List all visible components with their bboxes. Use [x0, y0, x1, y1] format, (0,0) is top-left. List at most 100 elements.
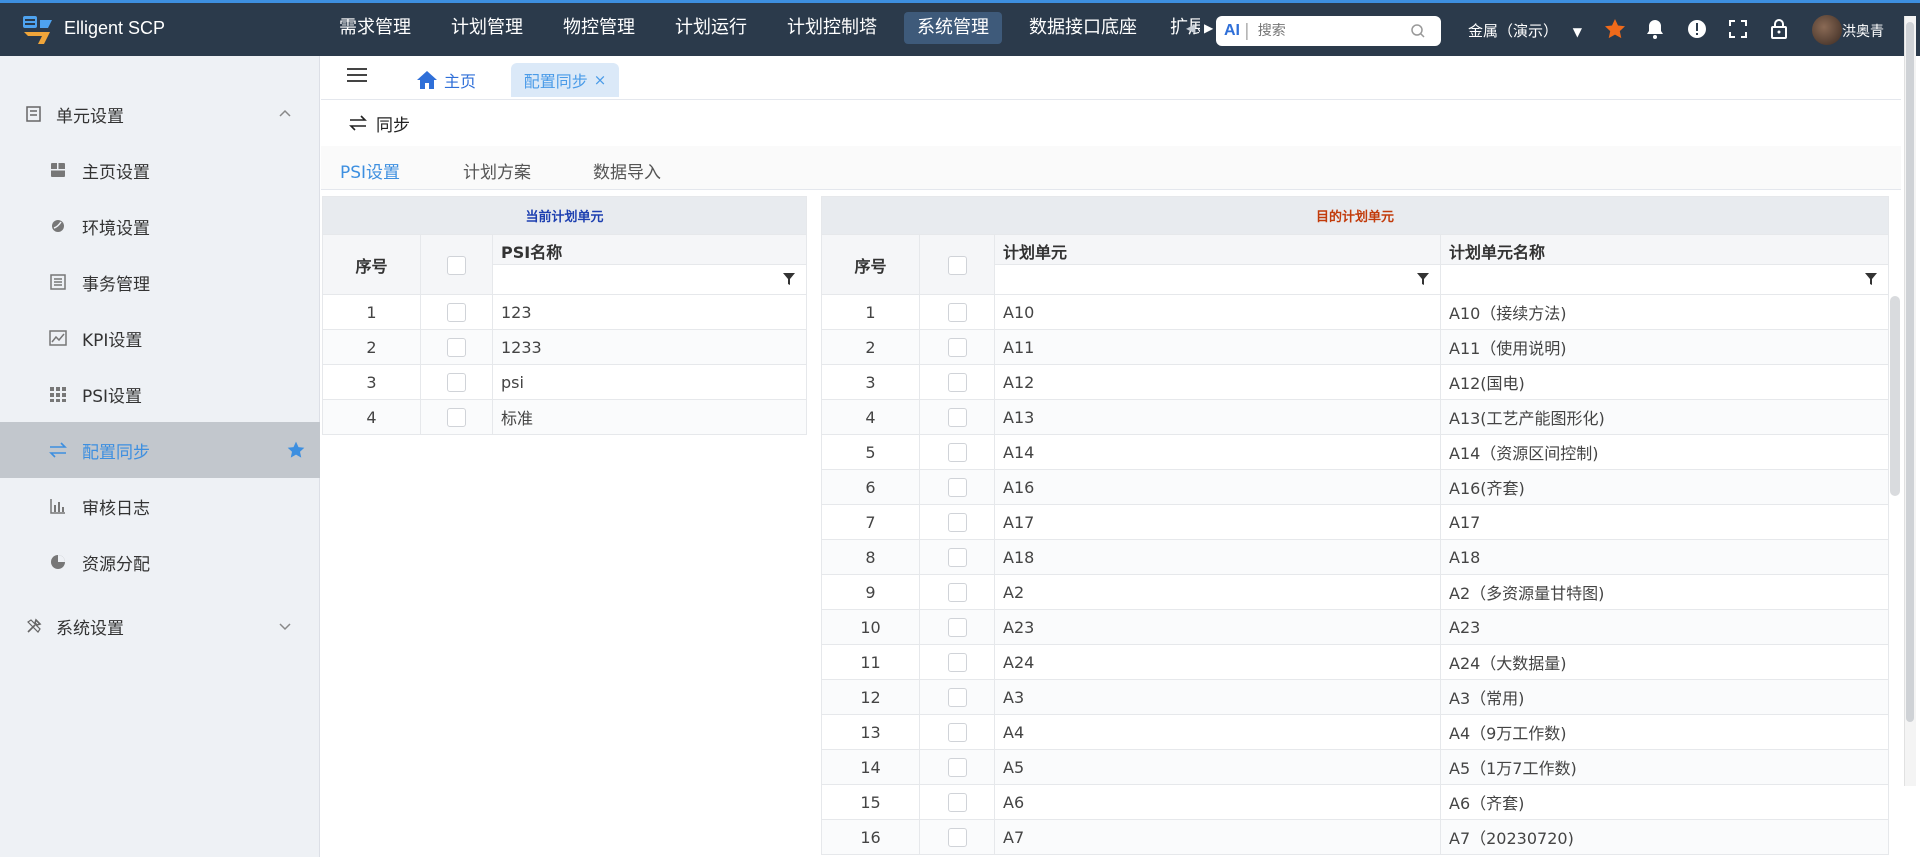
menu-scroll-left-icon[interactable]: ◀ — [1186, 21, 1195, 35]
row-checkbox[interactable] — [947, 548, 967, 567]
sidebar-item[interactable]: KPI设置 — [0, 310, 320, 366]
menu-item[interactable]: 系统管理 — [904, 12, 1002, 44]
table-row[interactable]: 9 A2 A2（多资源量甘特图) — [821, 574, 1890, 610]
row-checkbox[interactable] — [947, 793, 967, 812]
menu-item[interactable]: 物控管理 — [550, 12, 648, 44]
sidebar-item[interactable]: 主页设置 — [0, 142, 320, 198]
row-checkbox[interactable] — [947, 653, 967, 672]
hamburger-menu-icon[interactable] — [347, 66, 367, 84]
row-checkbox[interactable] — [947, 828, 967, 847]
table-row[interactable]: 2 A11 A11（使用说明) — [821, 329, 1890, 365]
sidebar-item[interactable]: 事务管理 — [0, 254, 320, 310]
close-icon[interactable]: × — [594, 71, 607, 89]
row-checkbox[interactable] — [447, 303, 466, 322]
page-scrollbar-thumb[interactable] — [1906, 22, 1914, 722]
row-index: 1 — [322, 294, 421, 330]
menu-item[interactable]: 计划控制塔 — [774, 12, 890, 44]
sidebar-item[interactable]: PSI设置 — [0, 366, 320, 422]
plan-unit-name-cell: A14（资源区间控制) — [1439, 434, 1890, 470]
search-box[interactable]: AI | — [1216, 16, 1441, 46]
filter-cell-psi-name[interactable] — [491, 264, 808, 295]
menu-scroll-right-icon[interactable]: ▶ — [1204, 21, 1213, 35]
sidebar-item[interactable]: 环境设置 — [0, 198, 320, 254]
row-checkbox[interactable] — [947, 758, 967, 777]
row-checkbox[interactable] — [947, 303, 967, 322]
table-row[interactable]: 14 A5 A5（1万7工作数) — [821, 749, 1890, 785]
row-checkbox[interactable] — [947, 338, 967, 357]
table-row[interactable]: 5 A14 A14（资源区间控制) — [821, 434, 1890, 470]
menu-item[interactable]: 数据接口底座 — [1016, 12, 1150, 44]
filter-icon[interactable] — [782, 272, 796, 286]
sidebar-item[interactable]: 配置同步 — [0, 422, 320, 478]
row-checkbox[interactable] — [947, 408, 967, 427]
select-all-checkbox[interactable] — [947, 255, 967, 275]
search-icon[interactable] — [1410, 23, 1426, 39]
filter-cell-plan-unit[interactable] — [994, 264, 1441, 295]
row-checkbox[interactable] — [947, 688, 967, 707]
row-checkbox[interactable] — [947, 723, 967, 742]
row-index: 3 — [322, 364, 421, 400]
alert-icon[interactable] — [1685, 17, 1709, 41]
table-row[interactable]: 12 A3 A3（常用) — [821, 679, 1890, 715]
filter-icon[interactable] — [1416, 272, 1430, 286]
tenant-selector[interactable]: 金属（演示） ▼ — [1468, 20, 1582, 41]
top-bar: Elligent SCP 需求管理 计划管理 物控管理 计划运行 计划控制塔 系统管理 数据… — [0, 0, 1920, 56]
sidebar-item[interactable]: 审核日志 — [0, 478, 320, 534]
subtab-data-import[interactable]: 数据导入 — [593, 158, 661, 183]
row-checkbox[interactable] — [947, 513, 967, 532]
star-icon[interactable] — [286, 440, 306, 460]
sidebar-item[interactable]: 资源分配 — [0, 534, 320, 590]
sync-button[interactable]: 同步 — [348, 110, 410, 136]
table-scrollbar[interactable] — [1890, 296, 1900, 496]
avatar[interactable] — [1812, 15, 1842, 45]
row-checkbox[interactable] — [947, 373, 967, 392]
table-row[interactable]: 8 A18 A18 — [821, 539, 1890, 575]
tab-config-sync[interactable]: 配置同步 × — [511, 63, 619, 97]
plan-unit-name-cell: A16(齐套) — [1439, 469, 1890, 505]
table-row[interactable]: 11 A24 A24（大数据量) — [821, 644, 1890, 680]
menu-item[interactable]: 计划管理 — [438, 12, 536, 44]
tab-home[interactable]: 主页 — [416, 66, 476, 94]
subtab-psi-settings[interactable]: PSI设置 — [340, 158, 400, 183]
row-select-cell — [919, 294, 995, 330]
table-row[interactable]: 1 A10 A10（接续方法) — [821, 294, 1890, 330]
filter-icon[interactable] — [1864, 272, 1878, 286]
table-row[interactable]: 6 A16 A16(齐套) — [821, 469, 1890, 505]
row-checkbox[interactable] — [947, 478, 967, 497]
sidebar-group-unit-settings[interactable]: 单元设置 — [0, 86, 320, 142]
sidebar-group-system-settings[interactable]: 系统设置 — [0, 598, 320, 654]
row-checkbox[interactable] — [947, 618, 967, 637]
row-checkbox[interactable] — [447, 408, 466, 427]
menu-item[interactable]: 计划运行 — [662, 12, 760, 44]
table-row[interactable]: 4 标准 — [322, 399, 808, 435]
row-checkbox[interactable] — [447, 373, 466, 392]
bell-icon[interactable] — [1643, 17, 1667, 41]
table-row[interactable]: 3 A12 A12(国电) — [821, 364, 1890, 400]
row-checkbox[interactable] — [447, 338, 466, 357]
select-all-cell — [420, 234, 493, 295]
table-row[interactable]: 4 A13 A13(工艺产能图形化) — [821, 399, 1890, 435]
search-input[interactable] — [1257, 23, 1408, 39]
row-checkbox[interactable] — [947, 443, 967, 462]
table-row[interactable]: 15 A6 A6（齐套) — [821, 784, 1890, 820]
filter-cell-plan-unit-name[interactable] — [1439, 264, 1890, 295]
table-row[interactable]: 2 1233 — [322, 329, 808, 365]
table-row[interactable]: 1 123 — [322, 294, 808, 330]
row-select-cell — [919, 539, 995, 575]
list-icon — [50, 274, 66, 290]
table-row[interactable]: 13 A4 A4（9万工作数) — [821, 714, 1890, 750]
ai-icon[interactable]: AI — [1224, 22, 1240, 40]
favorite-star-icon[interactable] — [1603, 17, 1627, 41]
menu-item[interactable]: 需求管理 — [326, 12, 424, 44]
table-row[interactable]: 7 A17 A17 — [821, 504, 1890, 540]
subtab-plan-scheme[interactable]: 计划方案 — [463, 158, 531, 183]
psi-name-cell: psi — [491, 364, 808, 400]
row-checkbox[interactable] — [947, 583, 967, 602]
user-name[interactable]: 洪奥青 — [1842, 21, 1884, 41]
table-row[interactable]: 10 A23 A23 — [821, 609, 1890, 645]
table-row[interactable]: 3 psi — [322, 364, 808, 400]
fullscreen-icon[interactable] — [1726, 17, 1750, 41]
lock-icon[interactable] — [1767, 17, 1791, 41]
table-row[interactable]: 16 A7 A7（20230720) — [821, 819, 1890, 855]
select-all-checkbox[interactable] — [447, 255, 466, 275]
